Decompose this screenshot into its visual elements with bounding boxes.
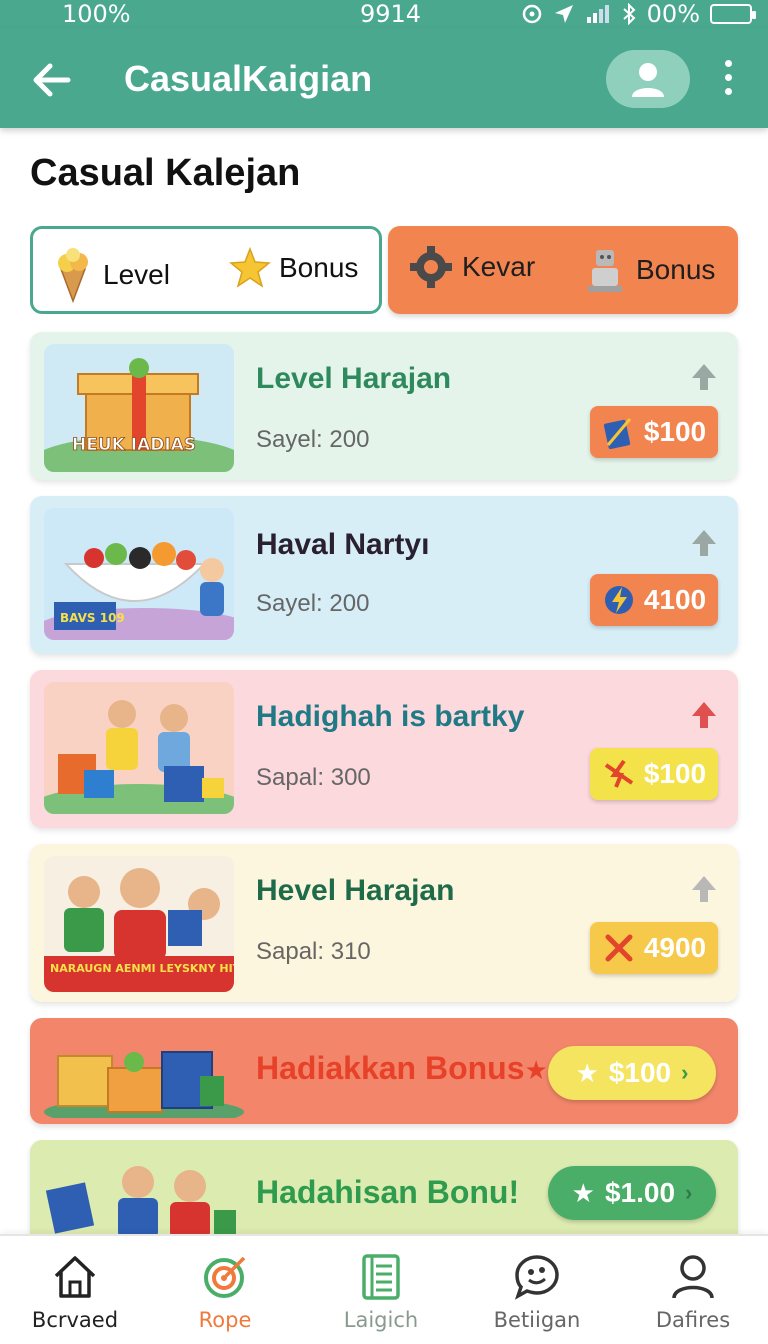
ticket-icon — [603, 418, 631, 449]
tab-bonus-label: Bonus — [279, 252, 359, 283]
bonus-banner-1[interactable]: Hadiakkan Bonus★ ★ $100 › — [30, 1018, 738, 1124]
nav-betiigan-label: Betiigan — [493, 1308, 581, 1332]
tab-bonus-2-label: Bonus — [636, 254, 716, 285]
card-1-reward-value: $100 — [643, 416, 707, 447]
status-bar: 100% 9914 00% — [0, 0, 768, 28]
list-icon — [362, 1254, 400, 1300]
card-2-subtitle: Sayel: 200 — [256, 590, 370, 617]
banner-2-value: $1.00 — [604, 1177, 676, 1208]
nav-item-dafires[interactable]: Dafires — [618, 1252, 768, 1332]
banner-1-claim-button[interactable]: ★ $100 › — [548, 1046, 716, 1100]
card-4-thumbnail: NARAUGN AENMI LEYSKNY HITQIAT 3 — [44, 856, 234, 992]
more-options-icon[interactable] — [716, 60, 740, 100]
card-1-subtitle: Sayel: 200 — [256, 426, 370, 453]
tab-level-label: Level — [103, 259, 170, 290]
card-1-reward-badge[interactable]: $100 — [590, 406, 718, 458]
nav-item-home[interactable]: Bcrvaed — [0, 1252, 150, 1332]
nav-laigich-label: Laigich — [343, 1308, 419, 1332]
bluetooth-icon — [622, 3, 636, 25]
page-title: Casual Kalejan — [30, 152, 301, 194]
arrow-up-icon[interactable] — [690, 874, 718, 904]
person-icon — [672, 1255, 714, 1299]
tab-level-bonus[interactable]: Level Bonus — [30, 226, 382, 314]
gear-icon — [410, 246, 452, 288]
card-4-title: Hevel Harajan — [256, 874, 455, 907]
star-icon — [229, 247, 271, 288]
nav-item-betiigan[interactable]: Betiigan — [462, 1252, 612, 1332]
nav-dafires-label: Dafires — [655, 1308, 731, 1332]
list-card-2[interactable]: BAVS 109 Haval Nartyı Sayel: 200 4100 — [30, 496, 738, 654]
signal-icon — [586, 5, 609, 23]
card-2-thumb-caption: BAVS 109 — [60, 611, 125, 625]
bonus-banner-2[interactable]: Hadahisan Bonu! ★ $1.00 › — [30, 1140, 738, 1234]
back-arrow-icon[interactable] — [28, 56, 76, 104]
lightning-icon — [604, 586, 633, 614]
ice-cream-icon — [58, 248, 88, 303]
list-card-1[interactable]: HEUK IADIAS Level Harajan Sayel: 200 $10… — [30, 332, 738, 480]
card-3-subtitle: Sapal: 300 — [256, 764, 371, 791]
sparkle-icon — [605, 934, 633, 962]
tab-bonus[interactable]: Bonus — [229, 247, 358, 289]
nav-item-rope[interactable]: Rope — [150, 1252, 300, 1332]
card-2-title: Haval Nartyı — [256, 528, 430, 561]
tab-kevar[interactable]: Kevar — [408, 244, 535, 290]
star-icon: ★ — [571, 1177, 595, 1208]
status-battery-percent: 100% — [62, 0, 131, 28]
card-1-thumbnail: HEUK IADIAS — [44, 344, 234, 472]
tab-kevar-label: Kevar — [462, 251, 536, 282]
banner-1-title: Hadiakkan Bonus★ — [256, 1050, 548, 1086]
app-bar: CasualKaigian — [0, 28, 768, 128]
battery-icon — [710, 4, 756, 24]
target-icon — [204, 1256, 246, 1298]
star-icon: ★ — [575, 1057, 599, 1088]
list-card-3[interactable]: Hadighah is bartky Sapal: 300 $100 — [30, 670, 738, 828]
home-icon — [54, 1256, 96, 1298]
tab-bonus-2[interactable]: Bonus — [584, 244, 715, 296]
card-4-reward-badge[interactable]: 4900 — [590, 922, 718, 974]
card-1-thumb-caption: HEUK IADIAS — [72, 435, 196, 455]
alarm-icon — [522, 4, 541, 24]
banner-2-claim-button[interactable]: ★ $1.00 › — [548, 1166, 716, 1220]
arrow-up-icon[interactable] — [690, 700, 718, 730]
banner-1-value: $100 — [608, 1057, 672, 1088]
banner-1-thumbnail — [44, 1028, 244, 1124]
nav-rope-label: Rope — [198, 1308, 252, 1332]
user-icon — [632, 63, 664, 97]
lightning-icon — [604, 759, 633, 788]
card-4-thumb-caption: NARAUGN AENMI LEYSKNY HITQIAT 3 — [50, 962, 234, 975]
bottom-navigation: Bcrvaed Rope Laigich Betiigan Dafires — [0, 1234, 768, 1344]
list-card-4[interactable]: NARAUGN AENMI LEYSKNY HITQIAT 3 Hevel Ha… — [30, 844, 738, 1002]
nav-item-laigich[interactable]: Laigich — [306, 1252, 456, 1332]
chevron-right-icon: › — [685, 1180, 693, 1205]
card-1-title: Level Harajan — [256, 362, 452, 395]
card-4-reward-value: 4900 — [643, 932, 707, 963]
status-battery-level: 00% — [646, 0, 700, 28]
card-3-title: Hadighah is bartky — [256, 700, 525, 733]
card-2-reward-value: 4100 — [643, 584, 707, 615]
star-icon: ★ — [524, 1055, 548, 1085]
card-4-subtitle: Sapal: 310 — [256, 938, 371, 965]
tab-kevar-bonus[interactable]: Kevar Bonus — [388, 226, 738, 314]
banner-2-title: Hadahisan Bonu! — [256, 1174, 520, 1210]
arrow-up-icon[interactable] — [690, 362, 718, 392]
tab-level[interactable]: Level — [51, 247, 170, 303]
card-3-reward-value: $100 — [643, 758, 707, 789]
banner-2-thumbnail — [44, 1150, 244, 1234]
profile-button[interactable] — [606, 50, 690, 108]
card-3-reward-badge[interactable]: $100 — [590, 748, 718, 800]
chat-icon — [514, 1255, 559, 1300]
robot-icon — [588, 250, 622, 292]
status-time: 9914 — [360, 0, 422, 28]
card-2-thumbnail: BAVS 109 — [44, 508, 234, 640]
chevron-right-icon: › — [681, 1060, 689, 1085]
status-icons: 00% — [521, 0, 756, 28]
card-3-thumbnail — [44, 682, 234, 814]
app-title: CasualKaigian — [124, 58, 373, 99]
card-2-reward-badge[interactable]: 4100 — [590, 574, 718, 626]
location-icon — [554, 5, 573, 23]
nav-home-label: Bcrvaed — [31, 1308, 119, 1332]
arrow-up-icon[interactable] — [690, 528, 718, 558]
